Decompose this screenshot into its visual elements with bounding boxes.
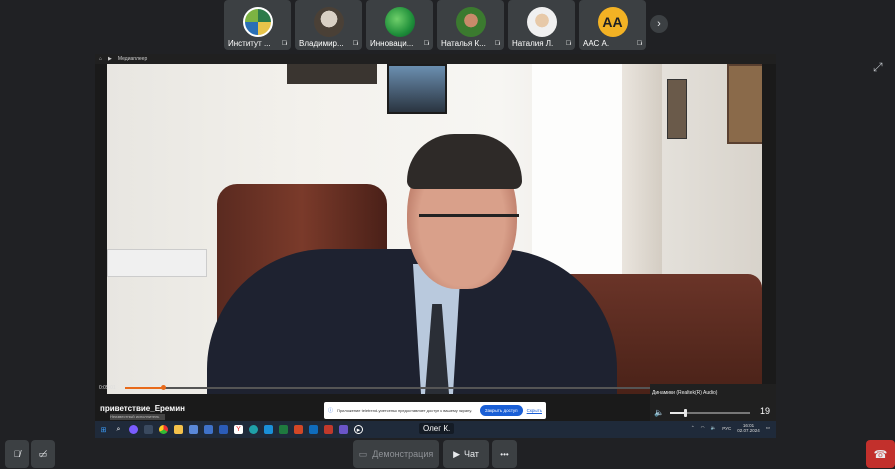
chat-button[interactable]: ▶ Чат bbox=[443, 440, 489, 468]
mic-off-icon: 🎙̸ bbox=[636, 40, 642, 47]
fullscreen-icon[interactable]: ⤢ bbox=[873, 60, 887, 74]
volume-flyout: Динамики (Realtek(R) Audio) 🔈 19 bbox=[650, 384, 776, 421]
participant-tile[interactable]: Институт ... 🎙̸ bbox=[224, 0, 291, 50]
participant-avatar bbox=[242, 7, 273, 37]
keyboard-language[interactable]: РУС bbox=[722, 426, 731, 431]
camera-toggle-button[interactable]: ▭̸ bbox=[31, 440, 55, 468]
participant-tile[interactable]: Наталья К... 🎙̸ bbox=[437, 0, 504, 50]
participant-tile[interactable]: Наталия Л. 🎙̸ bbox=[508, 0, 575, 50]
call-controls: 🎙̸ ▭̸ ▭ Демонстрация ▶ Чат ••• ☎ bbox=[0, 438, 895, 469]
screen-share-label: Демонстрация bbox=[372, 449, 434, 459]
mic-off-icon: 🎙̸ bbox=[281, 40, 287, 47]
task-view-icon[interactable] bbox=[144, 425, 153, 434]
powerpoint-icon[interactable] bbox=[294, 425, 303, 434]
hang-up-icon: ☎ bbox=[873, 448, 888, 461]
mic-off-icon: 🎙̸ bbox=[352, 40, 358, 47]
participant-avatar: AA bbox=[597, 7, 628, 37]
media-player-icon: ▶ bbox=[108, 56, 112, 62]
word-icon[interactable] bbox=[219, 425, 228, 434]
media-player-icon[interactable]: ▸ bbox=[354, 425, 363, 434]
participant-tile[interactable]: Владимир... 🎙̸ bbox=[295, 0, 362, 50]
volume-slider[interactable] bbox=[670, 409, 750, 417]
audio-device-label[interactable]: Динамики (Realtek(R) Audio) bbox=[652, 390, 717, 396]
camera-off-icon: ▭̸ bbox=[38, 448, 48, 459]
mic-off-icon: 🎙̸ bbox=[565, 40, 571, 47]
speaker-figure bbox=[207, 249, 617, 394]
more-icon: ••• bbox=[500, 449, 509, 459]
media-subtitle: Неизвестный исполнитель bbox=[110, 414, 165, 420]
participant-tile[interactable]: Инноваци... 🎙̸ bbox=[366, 0, 433, 50]
stop-sharing-button[interactable]: Закрыть доступ bbox=[479, 405, 523, 416]
notification-text: Приложение teletrend-уиетсеньк предостав… bbox=[337, 408, 473, 413]
chat-label: Чат bbox=[463, 449, 479, 459]
app-icon[interactable] bbox=[264, 425, 273, 434]
clock-date: 02.07.2024 bbox=[737, 428, 760, 433]
home-icon[interactable]: ⌂ bbox=[99, 56, 102, 62]
conference-window: Институт ... 🎙̸ Владимир... 🎙̸ Инноваци...… bbox=[0, 0, 895, 469]
screen-share-icon: ▭ bbox=[358, 448, 368, 459]
volume-value: 19 bbox=[759, 406, 770, 416]
participant-avatar bbox=[384, 7, 415, 37]
chrome-icon[interactable] bbox=[159, 425, 168, 434]
shared-screen: ⌂ ▶ Медиаплеер 0:05:01 приветствие_Ереми… bbox=[95, 54, 776, 438]
screen-share-button[interactable]: ▭ Демонстрация bbox=[353, 440, 439, 468]
system-tray: ⌃ ◠ 🔈 РУС 16:01 02.07.2024 ▭ bbox=[691, 423, 770, 433]
screen-share-notification: ⓘ Приложение teletrend-уиетсеньк предост… bbox=[324, 402, 546, 419]
info-icon: ⓘ bbox=[328, 408, 334, 414]
store-icon[interactable] bbox=[204, 425, 213, 434]
more-button[interactable]: ••• bbox=[492, 440, 517, 468]
avatar-initials: AA bbox=[602, 14, 623, 30]
participant-name: Наталья К... bbox=[441, 39, 486, 48]
chevron-up-icon[interactable]: ⌃ bbox=[691, 425, 695, 431]
participants-strip: Институт ... 🎙̸ Владимир... 🎙̸ Инноваци...… bbox=[224, 0, 646, 52]
media-title: приветствие_Еремин bbox=[100, 404, 185, 413]
excel-icon[interactable] bbox=[279, 425, 288, 434]
chat-icon: ▶ bbox=[453, 448, 460, 459]
chevron-right-icon: › bbox=[657, 18, 661, 30]
edge-icon[interactable] bbox=[249, 425, 258, 434]
mic-off-icon: 🎙̸ bbox=[423, 40, 429, 47]
participant-name: ААС А. bbox=[583, 39, 610, 48]
active-speaker-label: Олег К. bbox=[419, 423, 455, 434]
participant-tile[interactable]: AA ААС А. 🎙̸ bbox=[579, 0, 646, 50]
speaker-icon[interactable]: 🔈 bbox=[711, 425, 717, 431]
participant-name: Наталия Л. bbox=[512, 39, 554, 48]
video-frame bbox=[107, 64, 762, 394]
volume-slider-fill bbox=[670, 412, 686, 414]
seek-bar-fill bbox=[125, 387, 164, 389]
participant-name: Институт ... bbox=[228, 39, 271, 48]
participant-avatar bbox=[313, 7, 344, 37]
search-icon[interactable]: ⌕ bbox=[114, 425, 123, 434]
participant-avatar bbox=[526, 7, 557, 37]
next-participants-button[interactable]: › bbox=[650, 15, 668, 33]
hide-notification-link[interactable]: Скрыть bbox=[527, 408, 542, 413]
clock[interactable]: 16:01 02.07.2024 bbox=[737, 423, 760, 433]
windows-start-icon[interactable]: ⊞ bbox=[99, 425, 108, 434]
participant-avatar bbox=[455, 7, 486, 37]
mic-toggle-button[interactable]: 🎙̸ bbox=[5, 440, 29, 468]
leave-call-button[interactable]: ☎ bbox=[866, 440, 895, 468]
app-icon[interactable] bbox=[339, 425, 348, 434]
volume-slider-handle[interactable] bbox=[684, 409, 688, 417]
media-player-title: Медиаплеер bbox=[117, 56, 148, 62]
wifi-icon[interactable]: ◠ bbox=[701, 425, 705, 431]
widgets-icon[interactable] bbox=[129, 425, 138, 434]
yandex-icon[interactable]: Y bbox=[234, 425, 243, 434]
mic-off-icon: 🎙̸ bbox=[494, 40, 500, 47]
speaker-icon[interactable]: 🔈 bbox=[654, 408, 664, 417]
explorer-icon[interactable] bbox=[174, 425, 183, 434]
notifications-icon[interactable]: ▭ bbox=[766, 425, 770, 431]
mic-off-icon: 🎙̸ bbox=[13, 449, 21, 459]
current-time: 0:05:01 bbox=[99, 385, 116, 391]
participant-name: Инноваци... bbox=[370, 39, 414, 48]
media-player-titlebar: ⌂ ▶ Медиаплеер bbox=[95, 54, 776, 64]
app-icon[interactable] bbox=[324, 425, 333, 434]
outlook-icon[interactable] bbox=[309, 425, 318, 434]
app-icon[interactable] bbox=[189, 425, 198, 434]
participant-name: Владимир... bbox=[299, 39, 344, 48]
